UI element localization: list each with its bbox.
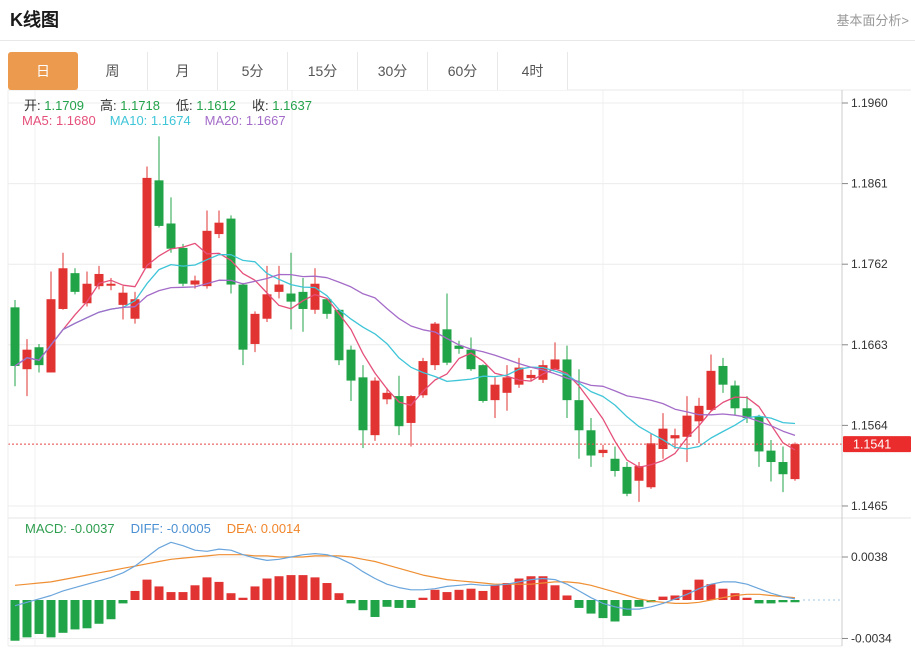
period-tab[interactable]: 月	[148, 52, 218, 90]
ma-legend: MA5: 1.1680 MA10: 1.1674 MA20: 1.1667	[22, 113, 286, 128]
period-tab[interactable]: 4时	[498, 52, 568, 90]
ma-lines	[15, 243, 795, 467]
period-tab[interactable]: 15分	[288, 52, 358, 90]
period-tabs: 日周月5分15分30分60分4时	[8, 52, 568, 90]
svg-text:1.1861: 1.1861	[851, 177, 888, 191]
legend-item: MA10: 1.1674	[110, 113, 191, 128]
ohlc-legend: 开: 1.1709 高: 1.1718 低: 1.1612 收: 1.1637	[24, 95, 312, 114]
svg-text:1.1465: 1.1465	[851, 499, 888, 513]
candles	[11, 136, 800, 502]
legend-item: DIFF: -0.0005	[131, 521, 211, 536]
legend-item: 高: 1.1718	[100, 95, 160, 114]
legend-item: MA5: 1.1680	[22, 113, 96, 128]
header-divider	[0, 40, 915, 41]
kline-widget: K线图 基本面分析> 日周月5分15分30分60分4时 开: 1.1709 高: …	[0, 0, 915, 648]
svg-text:1.1663: 1.1663	[851, 338, 888, 352]
macd-histogram	[11, 575, 800, 641]
legend-item: 收: 1.1637	[252, 95, 312, 114]
current-price-tag: 1.1541	[843, 436, 911, 452]
fundamental-analysis-link[interactable]: 基本面分析>	[836, 10, 909, 29]
legend-item: 开: 1.1709	[24, 95, 84, 114]
period-tab[interactable]: 日	[8, 52, 78, 90]
svg-text:1.1960: 1.1960	[851, 96, 888, 110]
svg-text:1.1762: 1.1762	[851, 257, 888, 271]
page-title: K线图	[10, 6, 59, 32]
legend-item: MACD: -0.0037	[25, 521, 115, 536]
legend-item: 低: 1.1612	[176, 95, 236, 114]
legend-item: DEA: 0.0014	[227, 521, 301, 536]
svg-text:0.0038: 0.0038	[851, 550, 888, 564]
chart-borders	[8, 90, 911, 646]
period-tab[interactable]: 周	[78, 52, 148, 90]
svg-text:1.1564: 1.1564	[851, 418, 888, 432]
legend-item: MA20: 1.1667	[205, 113, 286, 128]
svg-text:-0.0034: -0.0034	[851, 631, 892, 645]
macd-axis-labels: 0.0038 -0.0034	[842, 550, 892, 645]
period-tab[interactable]: 30分	[358, 52, 428, 90]
period-tab[interactable]: 5分	[218, 52, 288, 90]
svg-text:1.1541: 1.1541	[853, 438, 891, 452]
period-tab[interactable]: 60分	[428, 52, 498, 90]
macd-legend: MACD: -0.0037 DIFF: -0.0005 DEA: 0.0014	[25, 521, 301, 536]
